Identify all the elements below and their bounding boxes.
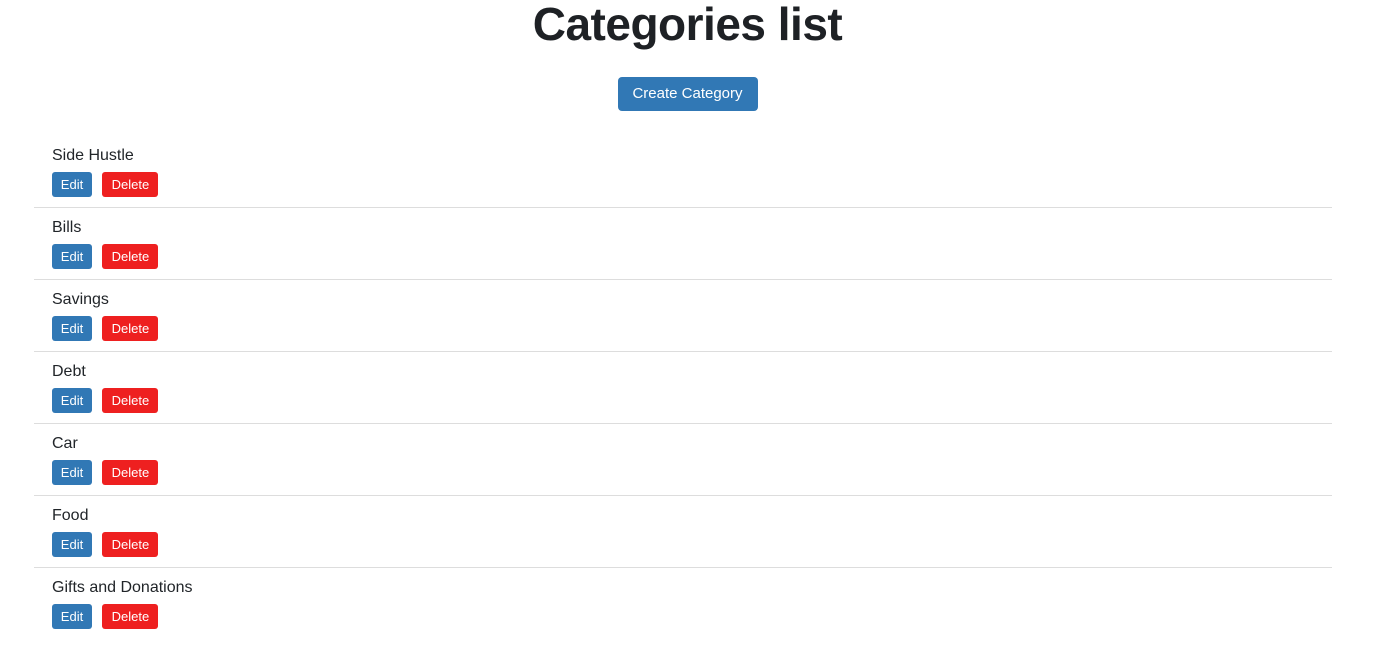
create-category-button[interactable]: Create Category bbox=[617, 77, 758, 111]
delete-button[interactable]: Delete bbox=[102, 388, 159, 413]
delete-button[interactable]: Delete bbox=[102, 172, 159, 197]
delete-button[interactable]: Delete bbox=[102, 316, 159, 341]
category-name: Food bbox=[52, 507, 89, 524]
category-row-2: Savings Edit Delete bbox=[34, 280, 1332, 352]
category-name: Savings bbox=[52, 291, 109, 308]
edit-button[interactable]: Edit bbox=[52, 388, 92, 413]
edit-button[interactable]: Edit bbox=[52, 244, 92, 269]
page-title: Categories list bbox=[532, 0, 843, 50]
delete-button[interactable]: Delete bbox=[102, 532, 159, 557]
row-actions: Edit Delete bbox=[52, 244, 159, 269]
delete-button[interactable]: Delete bbox=[102, 244, 159, 269]
category-row-3: Debt Edit Delete bbox=[34, 352, 1332, 424]
edit-button[interactable]: Edit bbox=[52, 604, 92, 629]
category-name: Bills bbox=[52, 219, 82, 236]
row-actions: Edit Delete bbox=[52, 604, 159, 629]
category-row-1: Bills Edit Delete bbox=[34, 208, 1332, 280]
edit-button[interactable]: Edit bbox=[52, 172, 92, 197]
row-actions: Edit Delete bbox=[52, 172, 159, 197]
category-name: Side Hustle bbox=[52, 147, 134, 164]
row-actions: Edit Delete bbox=[52, 460, 159, 485]
category-row-6: Gifts and Donations Edit Delete bbox=[34, 568, 1332, 640]
create-category-container: Create Category bbox=[0, 77, 1375, 111]
edit-button[interactable]: Edit bbox=[52, 532, 92, 557]
categories-list: Side Hustle Edit Delete Bills Edit Delet… bbox=[34, 136, 1332, 640]
delete-button[interactable]: Delete bbox=[102, 604, 159, 629]
category-row-4: Car Edit Delete bbox=[34, 424, 1332, 496]
categories-list-page: Categories list Create Category Side Hus… bbox=[0, 0, 1375, 663]
category-name: Car bbox=[52, 435, 78, 452]
row-actions: Edit Delete bbox=[52, 532, 159, 557]
category-row-0: Side Hustle Edit Delete bbox=[34, 136, 1332, 208]
category-row-5: Food Edit Delete bbox=[34, 496, 1332, 568]
category-name: Gifts and Donations bbox=[52, 579, 193, 596]
category-name: Debt bbox=[52, 363, 86, 380]
delete-button[interactable]: Delete bbox=[102, 460, 159, 485]
row-actions: Edit Delete bbox=[52, 388, 159, 413]
edit-button[interactable]: Edit bbox=[52, 316, 92, 341]
edit-button[interactable]: Edit bbox=[52, 460, 92, 485]
row-actions: Edit Delete bbox=[52, 316, 159, 341]
